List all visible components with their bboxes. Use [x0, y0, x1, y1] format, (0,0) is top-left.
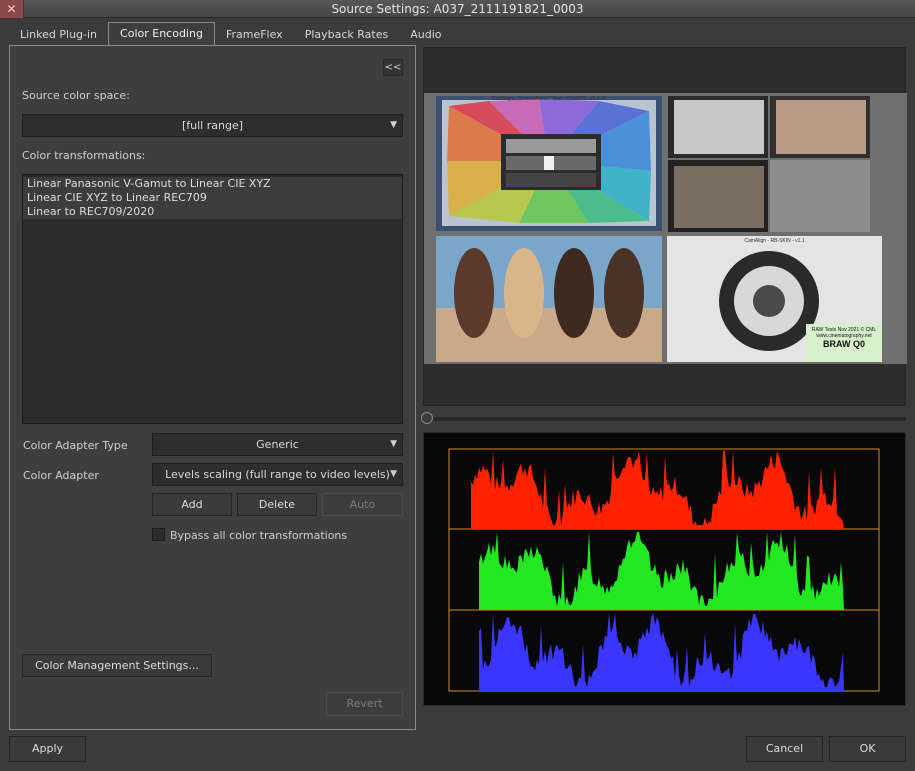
chevron-down-icon: ▼: [390, 120, 397, 130]
bypass-label: Bypass all color transformations: [170, 529, 348, 542]
tab-color-encoding[interactable]: Color Encoding: [108, 22, 215, 46]
tab-playback-rates[interactable]: Playback Rates: [294, 24, 400, 46]
green-histogram: [479, 532, 844, 610]
tab-bar: Linked Plug-in Color Encoding FrameFlex …: [9, 22, 453, 46]
ok-button[interactable]: OK: [829, 736, 906, 762]
color-encoding-panel: << Source color space: [full range] ▼ Co…: [9, 45, 416, 730]
auto-button[interactable]: Auto: [322, 493, 403, 516]
revert-button[interactable]: Revert: [326, 692, 403, 716]
preview-viewer[interactable]: CamAlign - ChromaMatch* Geo - 7002829 - …: [423, 47, 907, 406]
color-transformations-list[interactable]: Linear Panasonic V-Gamut to Linear CIE X…: [22, 174, 403, 424]
cancel-button[interactable]: Cancel: [746, 736, 823, 762]
histogram-graph: [448, 448, 880, 692]
title-bar: Source Settings: A037_2111191821_0003: [0, 0, 915, 18]
window-title: Source Settings: A037_2111191821_0003: [331, 2, 584, 16]
color-adapter-label: Color Adapter: [23, 469, 99, 482]
color-adapter-type-label: Color Adapter Type: [23, 439, 128, 452]
color-adapter-type-dropdown[interactable]: Generic ▼: [152, 433, 403, 456]
bypass-checkbox[interactable]: [152, 528, 165, 541]
source-color-space-label: Source color space:: [22, 89, 130, 102]
tab-linked-plug-in[interactable]: Linked Plug-in: [9, 24, 108, 46]
apply-button[interactable]: Apply: [9, 736, 86, 762]
chart-caption: CamAlign - ChromaMatch* Geo - 7002829 - …: [491, 96, 607, 102]
color-transformations-label: Color transformations:: [22, 149, 146, 162]
collapse-button[interactable]: <<: [383, 59, 403, 76]
slate-line-3: BRAW Q0: [822, 339, 865, 349]
tab-audio[interactable]: Audio: [399, 24, 452, 46]
red-histogram: [471, 451, 844, 529]
source-color-space-value: [full range]: [181, 119, 244, 132]
list-item[interactable]: Linear CIE XYZ to Linear REC709: [23, 191, 402, 205]
list-item[interactable]: Linear to REC709/2020: [23, 205, 402, 219]
close-icon[interactable]: ✕: [0, 0, 24, 18]
slate: RAW Tests Nov 2021 © CML www.cinematogra…: [806, 327, 882, 349]
color-adapter-type-value: Generic: [256, 438, 299, 451]
timeline-track[interactable]: [423, 417, 906, 421]
delete-button[interactable]: Delete: [237, 493, 317, 516]
chevron-down-icon: ▼: [390, 469, 397, 479]
source-color-space-dropdown[interactable]: [full range] ▼: [22, 114, 403, 137]
add-button[interactable]: Add: [152, 493, 232, 516]
timeline-handle[interactable]: [421, 412, 433, 424]
tab-frameflex[interactable]: FrameFlex: [215, 24, 294, 46]
color-management-settings-button[interactable]: Color Management Settings...: [22, 654, 212, 677]
chevron-down-icon: ▼: [390, 439, 397, 449]
color-adapter-value: Levels scaling (full range to video leve…: [165, 468, 390, 481]
color-adapter-dropdown[interactable]: Levels scaling (full range to video leve…: [152, 463, 403, 486]
star-chart-caption: CamAlign - RB-SKIN - v1.1: [744, 238, 805, 244]
blue-histogram: [479, 613, 844, 691]
list-item[interactable]: Linear Panasonic V-Gamut to Linear CIE X…: [23, 177, 402, 191]
histogram-scope: [423, 432, 906, 706]
